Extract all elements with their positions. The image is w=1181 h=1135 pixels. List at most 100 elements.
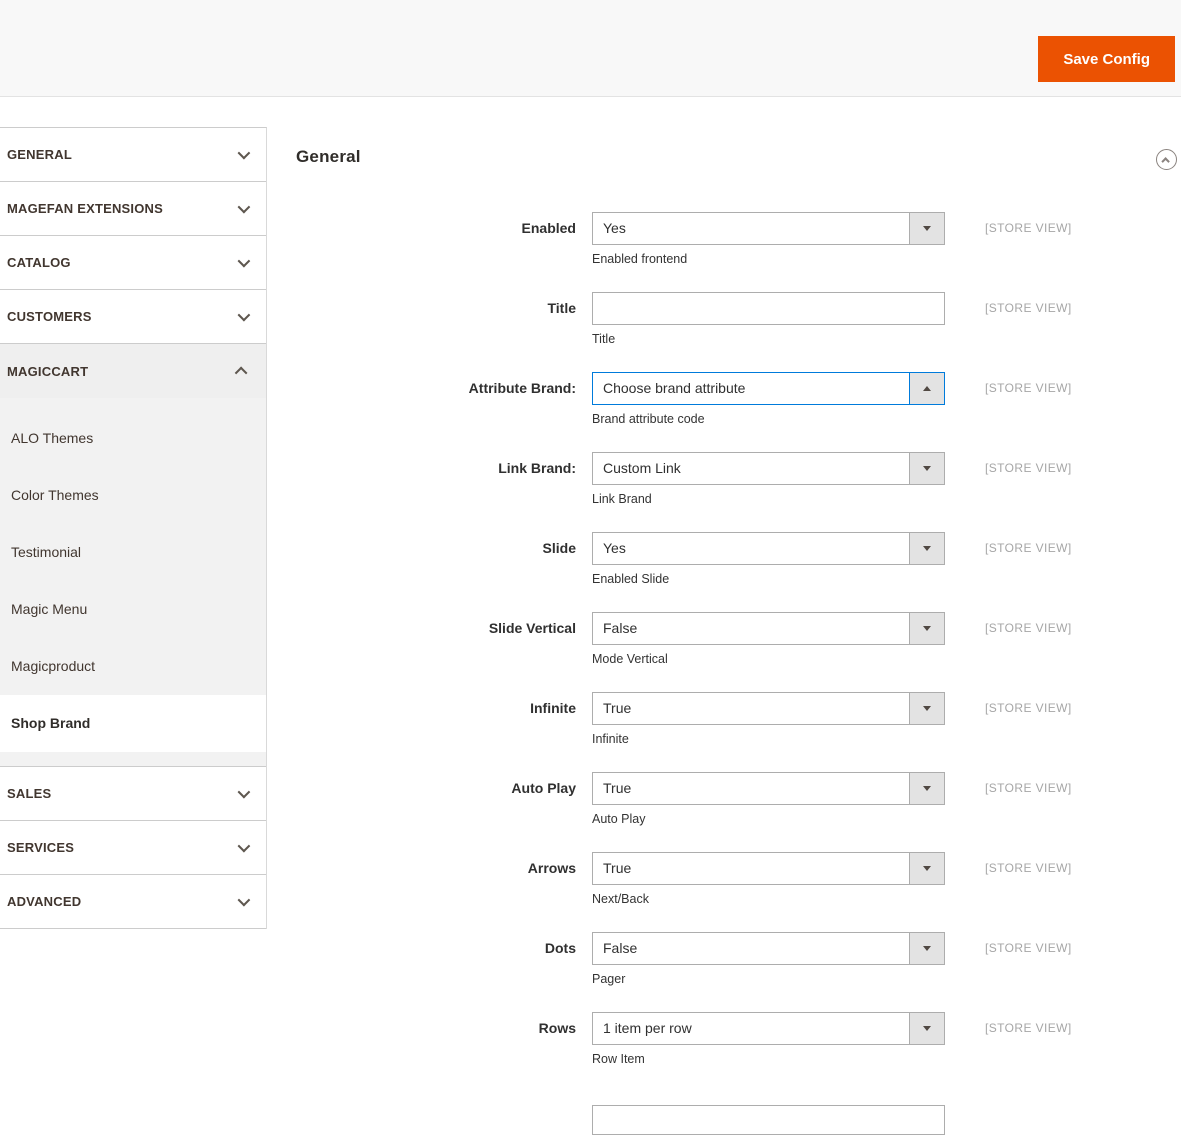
scope-label: [STORE VIEW]: [985, 372, 1072, 395]
sidebar-section-label: GENERAL: [7, 147, 72, 162]
slide-vertical-select[interactable]: False: [592, 612, 945, 645]
collapse-section-button[interactable]: [1156, 149, 1177, 170]
sidebar-item-shop-brand[interactable]: Shop Brand: [0, 695, 266, 752]
sidebar-item-alo-themes[interactable]: ALO Themes: [0, 410, 266, 467]
sidebar-section-services[interactable]: SERVICES: [0, 821, 266, 875]
scope-label: [STORE VIEW]: [985, 852, 1072, 875]
select-value: False: [593, 613, 909, 644]
scope-label: [STORE VIEW]: [985, 292, 1072, 315]
field-label: Enabled: [267, 212, 576, 236]
chevron-down-icon[interactable]: [909, 533, 944, 564]
field-label: Slide Vertical: [267, 612, 576, 636]
chevron-down-icon[interactable]: [909, 613, 944, 644]
sidebar-item-color-themes[interactable]: Color Themes: [0, 467, 266, 524]
field-note: Infinite: [592, 732, 945, 746]
field-note: Auto Play: [592, 812, 945, 826]
sidebar-item-testimonial[interactable]: Testimonial: [0, 524, 266, 581]
sidebar-section-label: CATALOG: [7, 255, 71, 270]
select-value: True: [593, 853, 909, 884]
page-header: Save Config: [0, 0, 1181, 97]
dropdown-arrow: [923, 626, 931, 631]
select-value: False: [593, 933, 909, 964]
sidebar-section-catalog[interactable]: CATALOG: [0, 236, 266, 290]
field-label: Infinite: [267, 692, 576, 716]
dropdown-arrow: [923, 226, 931, 231]
field-note: Pager: [592, 972, 945, 986]
dropdown-arrow: [923, 546, 931, 551]
dropdown-arrow: [923, 386, 931, 391]
dots-select[interactable]: False: [592, 932, 945, 965]
slide-select[interactable]: Yes: [592, 532, 945, 565]
field-control: TrueNext/Back: [592, 852, 945, 906]
scope-label: [STORE VIEW]: [985, 932, 1072, 955]
save-config-button[interactable]: Save Config: [1038, 36, 1175, 82]
chevron-down-icon: [238, 786, 251, 799]
sidebar-item-magicproduct[interactable]: Magicproduct: [0, 638, 266, 695]
dropdown-arrow: [923, 466, 931, 471]
dropdown-arrow: [923, 706, 931, 711]
form-row-auto-play: Auto PlayTrue Auto Play [STORE VIEW]: [267, 772, 1181, 826]
chevron-down-icon[interactable]: [909, 693, 944, 724]
dropdown-arrow: [923, 1026, 931, 1031]
form-row-rows: Rows1 item per rowRow Item[STORE VIEW]: [267, 1012, 1181, 1066]
field-control: True Auto Play: [592, 772, 945, 826]
sidebar-item-magic-menu[interactable]: Magic Menu: [0, 581, 266, 638]
form-row-title: Title Title [STORE VIEW]: [267, 292, 1181, 346]
attribute-brand-select[interactable]: Choose brand attribute: [592, 372, 945, 405]
sidebar-section-sales[interactable]: SALES: [0, 767, 266, 821]
select-value: 1 item per row: [593, 1013, 909, 1044]
chevron-down-icon[interactable]: [909, 933, 944, 964]
scope-label: [STORE VIEW]: [985, 212, 1072, 235]
field-control: Custom Link Link Brand: [592, 452, 945, 506]
enabled-select[interactable]: Yes: [592, 212, 945, 245]
dropdown-arrow: [923, 866, 931, 871]
scope-label: [STORE VIEW]: [985, 612, 1072, 635]
sidebar-section-customers[interactable]: CUSTOMERS: [0, 290, 266, 344]
scope-label: [STORE VIEW]: [985, 772, 1072, 795]
field-label: Link Brand:: [267, 452, 576, 476]
chevron-down-icon[interactable]: [909, 773, 944, 804]
chevron-up-icon[interactable]: [909, 373, 944, 404]
sidebar-section-advanced[interactable]: ADVANCED: [0, 875, 266, 929]
dropdown-arrow: [923, 786, 931, 791]
chevron-down-icon[interactable]: [909, 853, 944, 884]
auto-play-select[interactable]: True: [592, 772, 945, 805]
chevron-down-icon[interactable]: [909, 1013, 944, 1044]
field-control: YesEnabled Slide: [592, 532, 945, 586]
sidebar-section-magiccart[interactable]: MAGICCART: [0, 344, 266, 398]
sidebar-section-magefan-extensions[interactable]: MAGEFAN EXTENSIONS: [0, 182, 266, 236]
section-title: General: [296, 147, 361, 166]
infinite-select[interactable]: True: [592, 692, 945, 725]
select-value: True: [593, 693, 909, 724]
chevron-down-icon: [238, 309, 251, 322]
link-brand-select[interactable]: Custom Link: [592, 452, 945, 485]
field-control: YesEnabled frontend: [592, 212, 945, 266]
select-value: True: [593, 773, 909, 804]
field-control: FalseMode Vertical: [592, 612, 945, 666]
chevron-down-icon: [238, 255, 251, 268]
field-note: Link Brand: [592, 492, 945, 506]
next-field-partial[interactable]: [592, 1105, 945, 1135]
rows-select[interactable]: 1 item per row: [592, 1012, 945, 1045]
scope-label: [STORE VIEW]: [985, 1012, 1072, 1035]
form-row-dots: DotsFalsePager[STORE VIEW]: [267, 932, 1181, 986]
scope-label: [STORE VIEW]: [985, 452, 1072, 475]
sidebar-section-general[interactable]: GENERAL: [0, 128, 266, 182]
form-row-link-brand: Link Brand: Custom Link Link Brand [STORE V…: [267, 452, 1181, 506]
form-row-enabled: Enabled YesEnabled frontend [STORE VIEW]: [267, 212, 1181, 266]
field-control: True Infinite: [592, 692, 945, 746]
field-note: Row Item: [592, 1052, 945, 1066]
field-note: Title: [592, 332, 945, 346]
arrows-select[interactable]: True: [592, 852, 945, 885]
field-control: Choose brand attributeBrand attribute co…: [592, 372, 945, 426]
title-input[interactable]: [592, 292, 945, 325]
dropdown-arrow: [923, 946, 931, 951]
field-label: Attribute Brand:: [267, 372, 576, 396]
chevron-down-icon[interactable]: [909, 213, 944, 244]
chevron-down-icon: [238, 147, 251, 160]
field-label: Title: [267, 292, 576, 316]
chevron-up-icon: [235, 366, 248, 379]
field-label: Arrows: [267, 852, 576, 876]
chevron-down-icon[interactable]: [909, 453, 944, 484]
field-label: Slide: [267, 532, 576, 556]
